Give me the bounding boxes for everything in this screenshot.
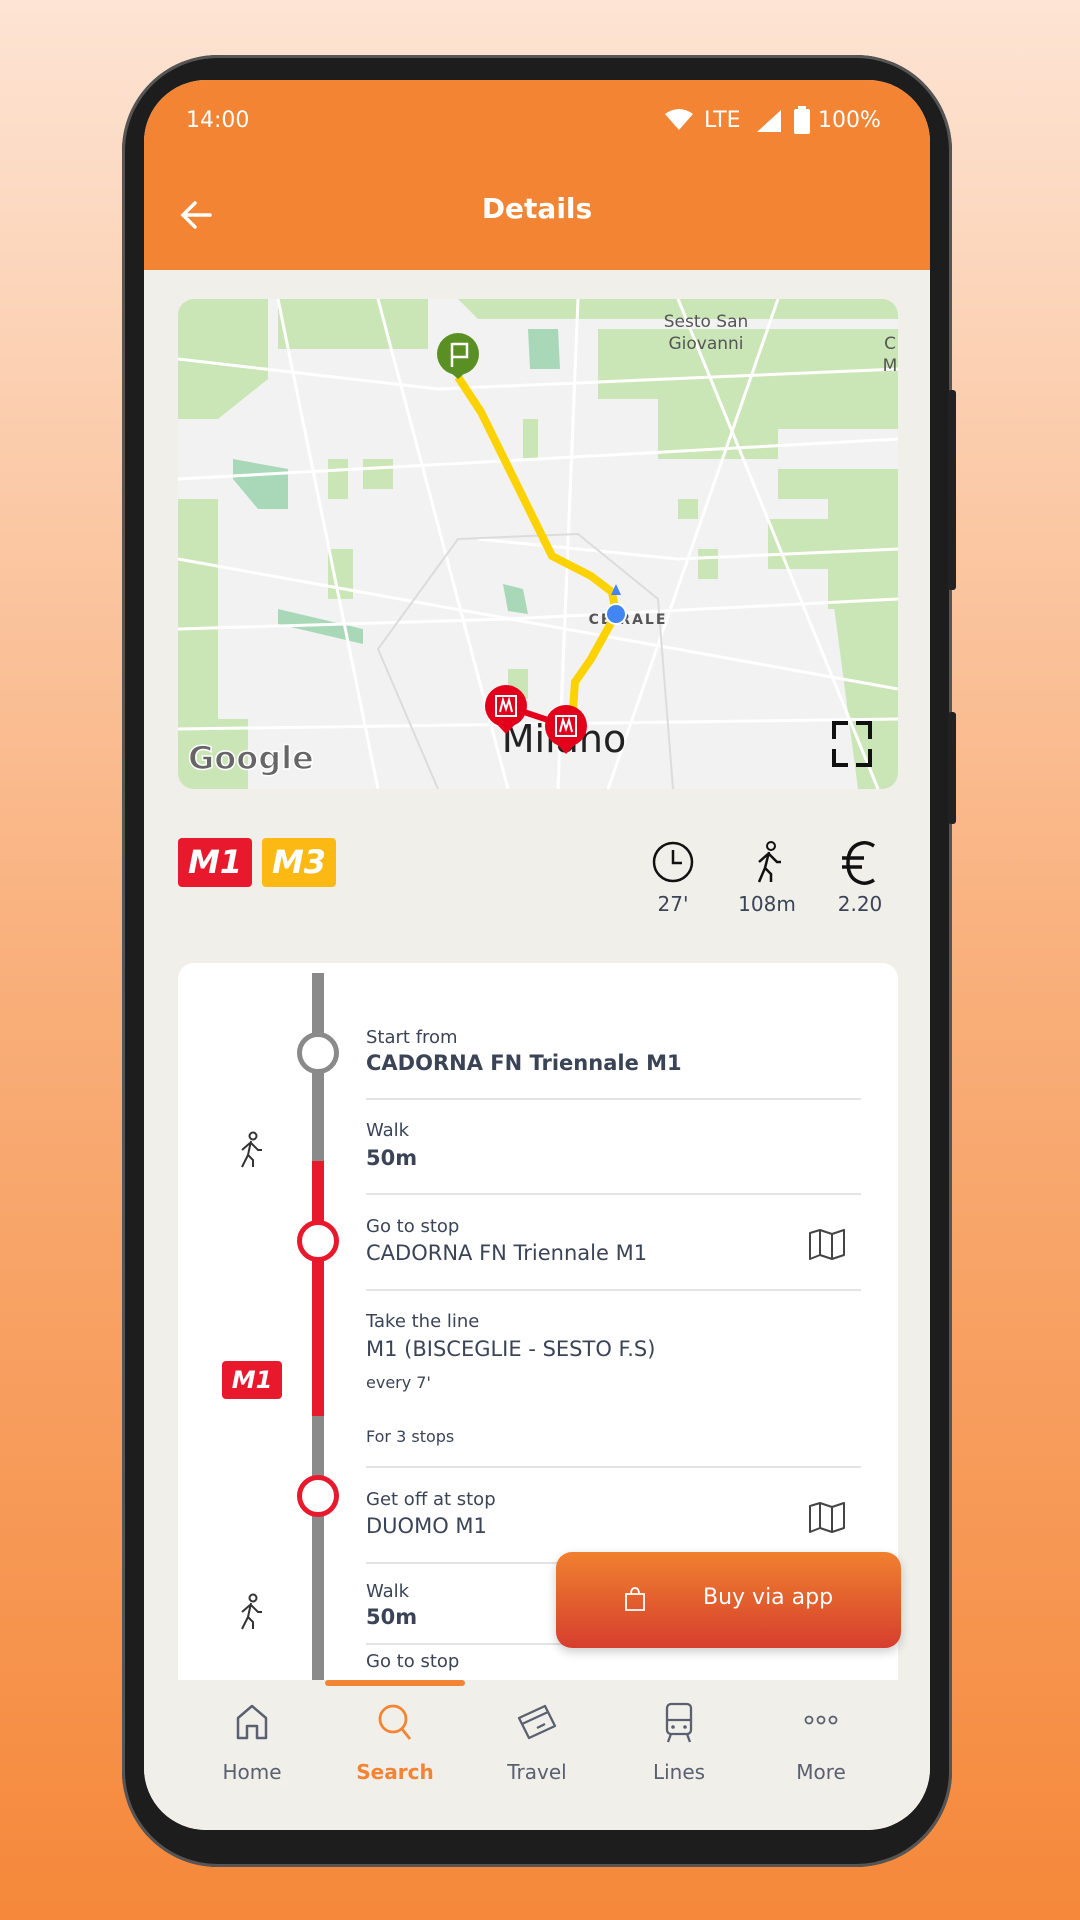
- step-label: Go to stop: [366, 1216, 460, 1237]
- timeline-start-node: [297, 1032, 339, 1074]
- map-label-sesto: Sesto San: [664, 312, 749, 332]
- app-header: 14:00 LTE 100% Details: [144, 80, 930, 270]
- walk-icon: [241, 1131, 262, 1168]
- divider: [366, 1466, 861, 1468]
- walk-icon: [241, 1593, 262, 1630]
- buy-via-app-button[interactable]: Buy via app: [556, 1552, 901, 1648]
- nav-label: More: [796, 1760, 846, 1784]
- side-button: [948, 712, 956, 824]
- ticket-card-icon: [517, 1704, 557, 1740]
- nav-lines[interactable]: Lines: [609, 1680, 749, 1790]
- step-value: 50m: [366, 1146, 418, 1170]
- timeline-walk-segment: [312, 1416, 324, 1716]
- map-icon[interactable]: [808, 1228, 846, 1260]
- map-icon[interactable]: [808, 1501, 846, 1533]
- network-type: LTE: [704, 108, 741, 133]
- step-label: Get off at stop: [366, 1489, 496, 1510]
- nav-home[interactable]: Home: [182, 1680, 322, 1790]
- page-title: Details: [481, 192, 593, 225]
- map-label-giovanni: Giovanni: [668, 334, 743, 354]
- timeline-stop-node: [297, 1220, 339, 1262]
- step-frequency: every 7': [366, 1373, 431, 1392]
- step-value: CADORNA FN Triennale M1: [366, 1241, 648, 1265]
- step-label: Start from: [366, 1027, 458, 1048]
- clock-icon: [652, 841, 694, 883]
- timeline-m1-segment: [312, 1161, 324, 1416]
- step-value: 50m: [366, 1605, 418, 1629]
- step-label: Walk: [366, 1581, 410, 1602]
- train-icon: [665, 1702, 693, 1743]
- home-icon: [236, 1704, 268, 1740]
- map-label-centrale: CE RALE: [589, 612, 668, 628]
- signal-icon: [757, 110, 781, 132]
- step-stops: For 3 stops: [366, 1427, 455, 1446]
- step-label: Go to stop: [366, 1651, 460, 1672]
- line-badge-m3: M3: [262, 838, 336, 887]
- step-value: DUOMO M1: [366, 1514, 487, 1538]
- nav-more[interactable]: More: [751, 1680, 891, 1790]
- step-value: CADORNA FN Triennale M1: [366, 1051, 682, 1075]
- nav-travel[interactable]: Travel: [467, 1680, 607, 1790]
- screen: 14:00 LTE 100% Details Sesto San Giovann…: [144, 80, 930, 1830]
- line-badge-m1: M1: [222, 1361, 282, 1399]
- divider: [366, 1193, 861, 1195]
- battery-icon: [794, 106, 810, 134]
- bottom-nav: Home Search Travel Lines More: [144, 1680, 930, 1830]
- status-time: 14:00: [186, 108, 250, 133]
- line-badge-m1: M1: [178, 838, 252, 887]
- finish-flag-pin-icon[interactable]: [437, 333, 479, 379]
- euro-icon: [842, 841, 875, 885]
- search-icon: [378, 1704, 412, 1740]
- nav-label: Lines: [652, 1760, 706, 1784]
- timeline-stop-node: [297, 1475, 339, 1517]
- more-dots-icon: [804, 1715, 838, 1725]
- duration-value: 27': [657, 892, 689, 916]
- side-button: [948, 390, 956, 590]
- current-location-dot: [605, 603, 627, 625]
- divider: [366, 1289, 861, 1291]
- nav-label: Travel: [507, 1760, 567, 1784]
- divider: [366, 1098, 861, 1100]
- route-map[interactable]: Sesto San Giovanni C M CE RALE Milano Go…: [178, 299, 898, 789]
- nav-label: Home: [222, 1760, 282, 1784]
- shopping-bag-icon: [625, 1587, 645, 1611]
- price-value: 2.20: [837, 892, 883, 916]
- map-canvas[interactable]: Sesto San Giovanni C M CE RALE Milano Go…: [178, 299, 898, 789]
- battery-level: 100%: [818, 108, 881, 133]
- wifi-icon: [665, 109, 693, 130]
- step-label: Take the line: [366, 1311, 480, 1332]
- step-value: M1 (BISCEGLIE - SESTO F.S): [366, 1337, 656, 1361]
- map-label-edge: C: [884, 334, 896, 354]
- walk-icon: [757, 841, 781, 883]
- step-label: Walk: [366, 1120, 410, 1141]
- nav-label: Search: [356, 1760, 434, 1784]
- map-label-edge: M: [883, 356, 898, 376]
- google-logo: Google: [188, 739, 314, 777]
- buy-button-label: Buy via app: [703, 1585, 834, 1610]
- nav-search[interactable]: Search: [325, 1680, 465, 1790]
- walk-distance-value: 108m: [738, 892, 796, 916]
